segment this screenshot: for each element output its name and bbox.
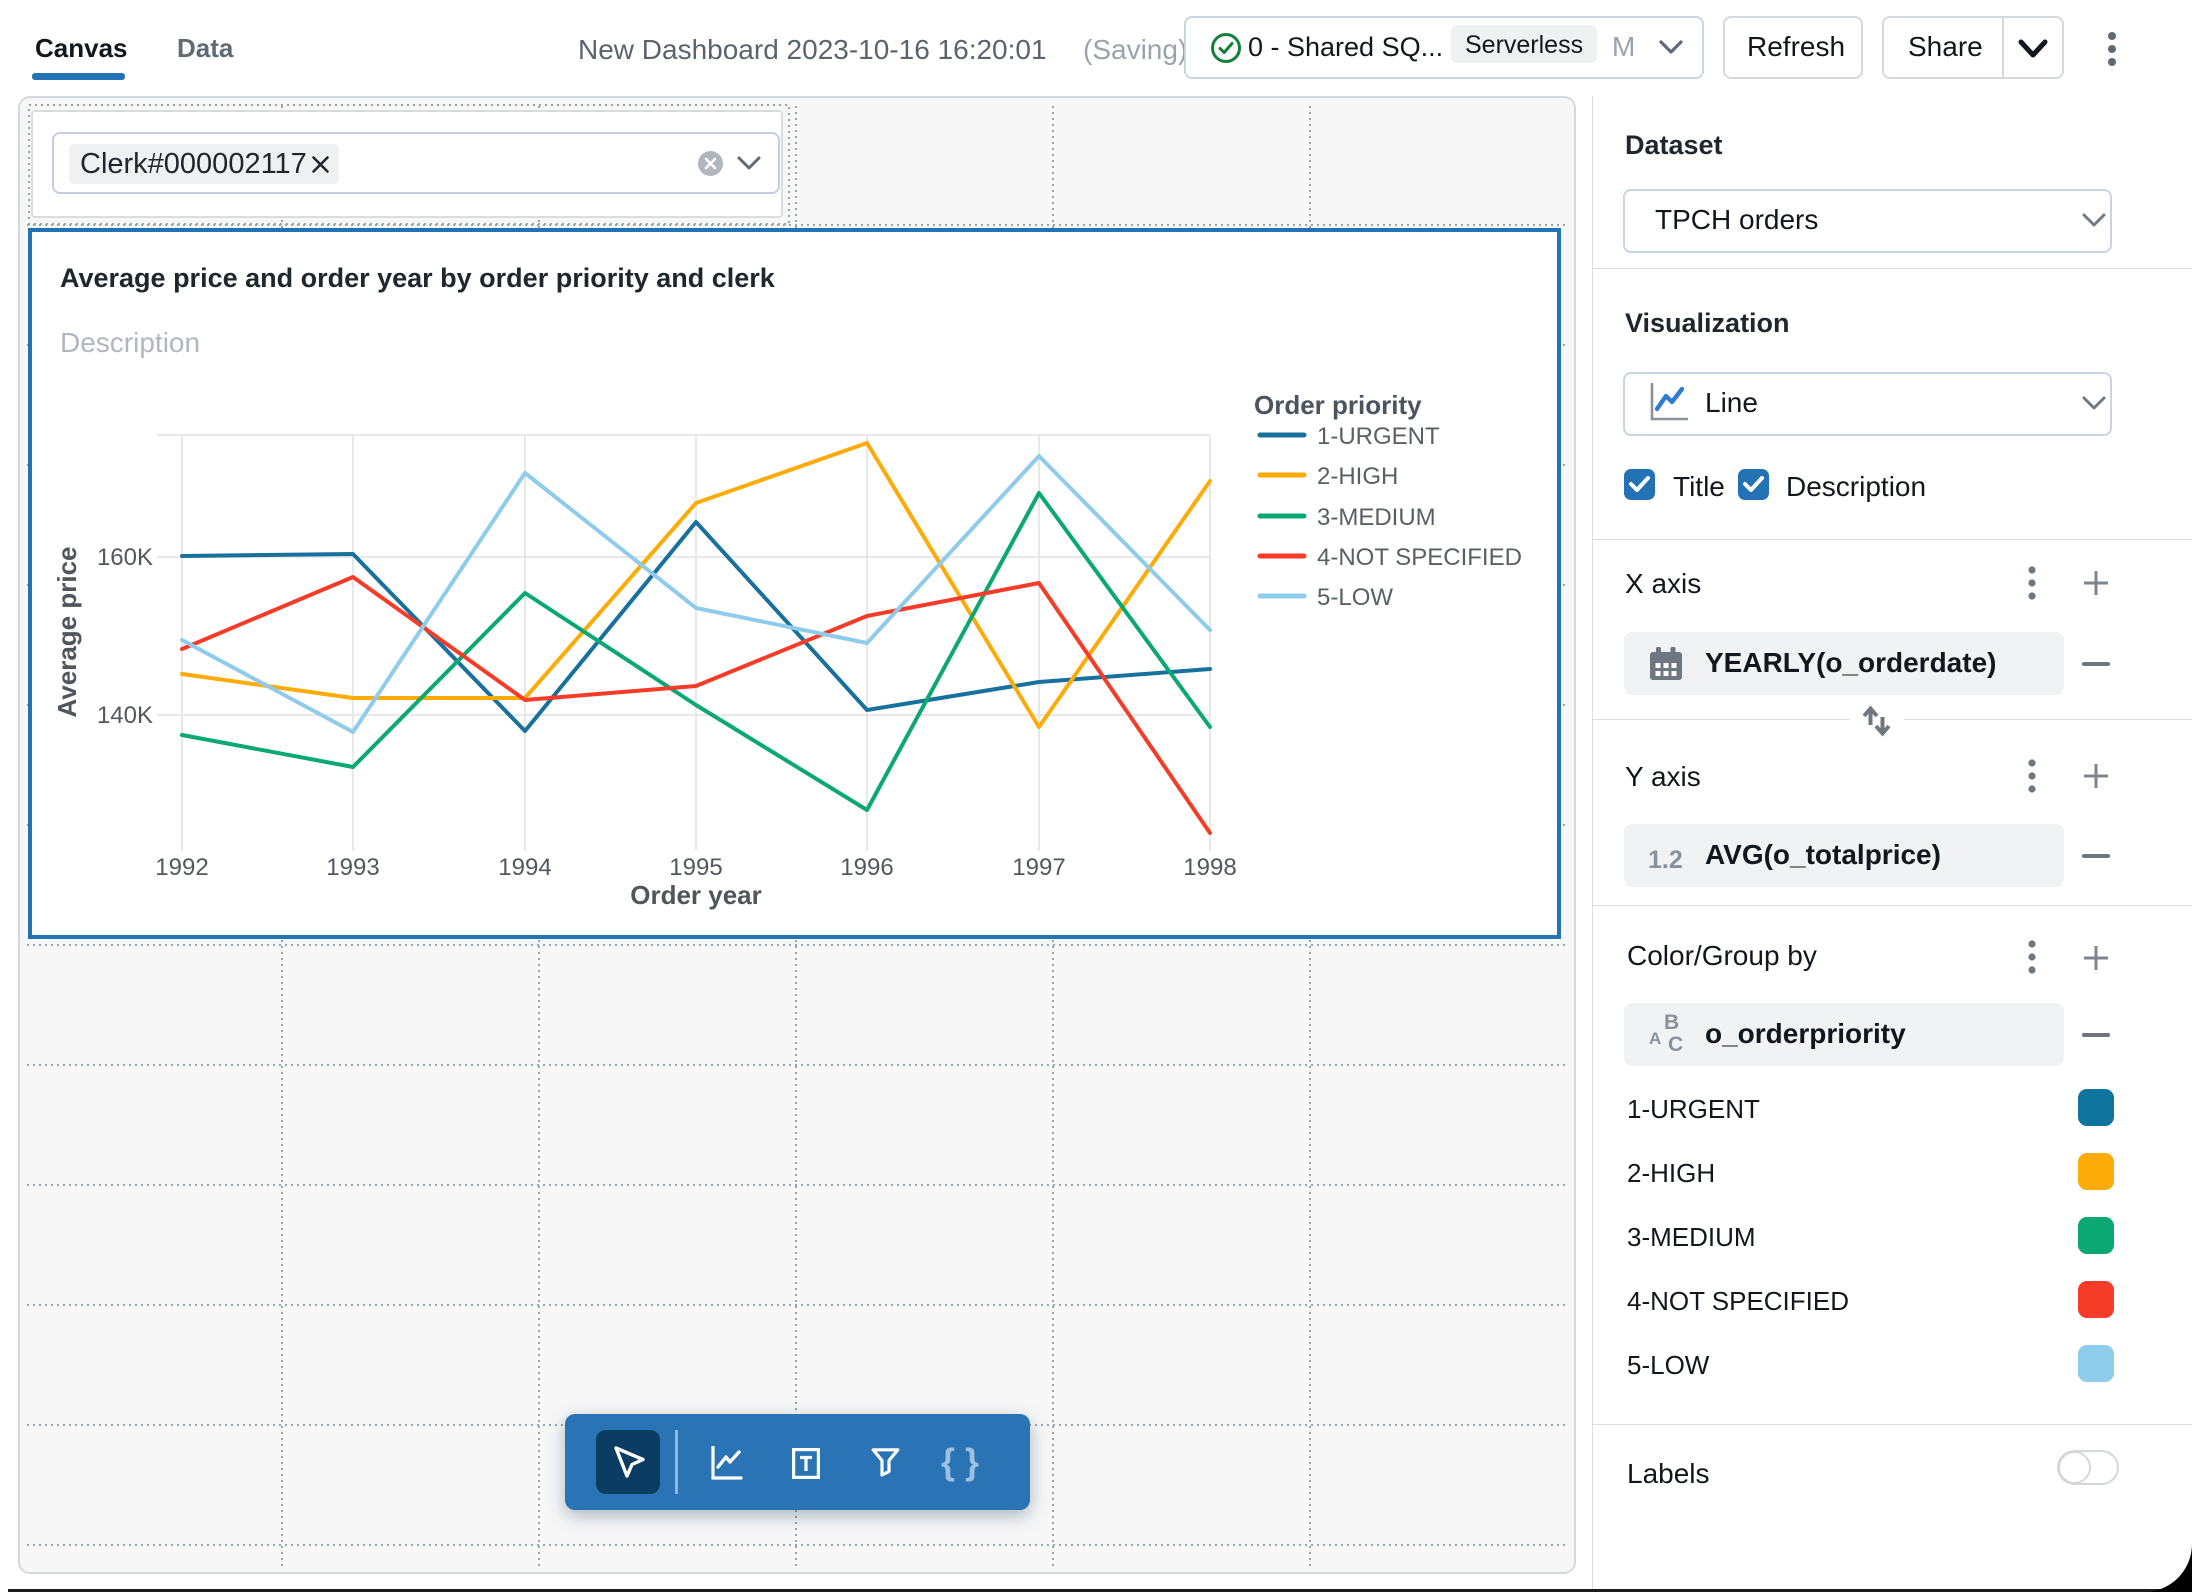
svg-text:4-NOT SPECIFIED: 4-NOT SPECIFIED bbox=[1317, 544, 1522, 571]
svg-text:1-URGENT: 1-URGENT bbox=[1317, 423, 1440, 450]
svg-text:Order priority: Order priority bbox=[1254, 390, 1422, 420]
svg-text:3-MEDIUM: 3-MEDIUM bbox=[1317, 504, 1436, 531]
svg-text:5-LOW: 5-LOW bbox=[1317, 584, 1393, 611]
svg-text:1995: 1995 bbox=[669, 854, 722, 881]
svg-text:1992: 1992 bbox=[155, 854, 208, 881]
svg-text:Order year: Order year bbox=[630, 880, 762, 910]
svg-text:1996: 1996 bbox=[840, 854, 893, 881]
svg-text:1993: 1993 bbox=[326, 854, 379, 881]
svg-text:140K: 140K bbox=[97, 702, 153, 729]
svg-text:1997: 1997 bbox=[1012, 854, 1065, 881]
svg-text:2-HIGH: 2-HIGH bbox=[1317, 463, 1398, 490]
svg-text:Average price: Average price bbox=[52, 546, 82, 717]
svg-text:1994: 1994 bbox=[498, 854, 551, 881]
svg-text:160K: 160K bbox=[97, 544, 153, 571]
svg-text:1998: 1998 bbox=[1183, 854, 1236, 881]
